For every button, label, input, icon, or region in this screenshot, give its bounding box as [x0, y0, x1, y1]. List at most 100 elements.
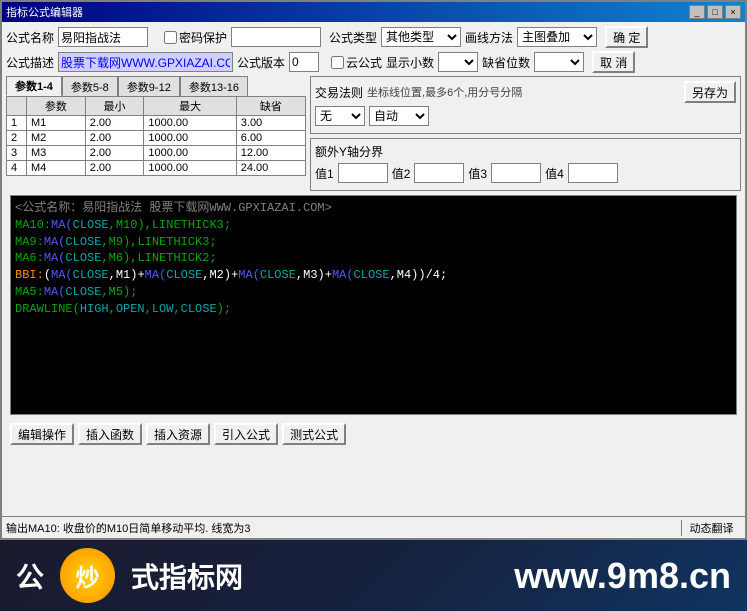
- status-bar: 输出MA10: 收盘价的M10日简单移动平均. 线宽为3 动态翻译: [2, 516, 745, 538]
- tab-param-13-16[interactable]: 参数13-16: [180, 76, 248, 96]
- watermark-logo-text: 炒: [76, 558, 100, 593]
- insert-resource-button[interactable]: 插入资源: [146, 423, 210, 445]
- left-section: 参数1-4 参数5-8 参数9-12 参数13-16 参数 最小 最大 缺省: [6, 76, 306, 191]
- y-val3-input[interactable]: [491, 163, 541, 183]
- code-line: DRAWLINE(HIGH,OPEN,LOW,CLOSE);: [15, 301, 732, 318]
- formula-version-input[interactable]: [289, 52, 319, 72]
- minimize-button[interactable]: _: [689, 5, 705, 19]
- confirm-button[interactable]: 确 定: [605, 26, 648, 48]
- confirm-cancel-group: 确 定: [605, 26, 648, 48]
- trade-rule-subtitle: 坐标线位置,最多6个,用分号分隔: [367, 84, 522, 100]
- cloud-formula-group: 云公式: [331, 54, 382, 71]
- row-min: 2.00: [85, 116, 144, 131]
- row-param: M2: [27, 131, 86, 146]
- cloud-formula-checkbox[interactable]: [331, 56, 344, 69]
- watermark: 公 炒 式指标网 www.9m8.cn: [0, 540, 747, 611]
- tab-param-1-4[interactable]: 参数1-4: [6, 76, 62, 96]
- param-col-min: 最小: [85, 97, 144, 116]
- y-val4-input[interactable]: [568, 163, 618, 183]
- default-digits-select[interactable]: [534, 52, 584, 72]
- formula-desc-label: 公式描述: [6, 54, 54, 71]
- code-line: MA9:MA(CLOSE,M9),LINETHICK3;: [15, 234, 732, 251]
- code-area[interactable]: <公式名称：易阳指战法 股票下载网WWW.GPXIAZAI.COM>MA10:M…: [10, 195, 737, 415]
- param-col-max: 最大: [144, 97, 236, 116]
- y-val2-input[interactable]: [414, 163, 464, 183]
- watermark-right-text: www.9m8.cn: [514, 555, 731, 597]
- code-line: MA10:MA(CLOSE,M10),LINETHICK3;: [15, 217, 732, 234]
- row-index: 2: [7, 131, 27, 146]
- trade-rule-label: 交易法则: [315, 84, 363, 101]
- formula-version-label: 公式版本: [237, 54, 285, 71]
- row-index: 1: [7, 116, 27, 131]
- dynamic-translate: 动态翻译: [681, 520, 741, 536]
- draw-method-select[interactable]: 主图叠加: [517, 27, 597, 47]
- y-val1-input[interactable]: [338, 163, 388, 183]
- row-default: 3.00: [236, 116, 305, 131]
- formula-type-select[interactable]: 其他类型: [381, 27, 461, 47]
- tab-param-5-8[interactable]: 参数5-8: [62, 76, 118, 96]
- tab-param-9-12[interactable]: 参数9-12: [118, 76, 180, 96]
- maximize-button[interactable]: □: [707, 5, 723, 19]
- insert-func-button[interactable]: 插入函数: [78, 423, 142, 445]
- password-checkbox[interactable]: [164, 31, 177, 44]
- status-text: 输出MA10: 收盘价的M10日简单移动平均. 线宽为3: [6, 520, 681, 536]
- table-row: 3 M3 2.00 1000.00 12.00: [7, 146, 306, 161]
- row-formula-name: 公式名称 密码保护 公式类型 其他类型 画线方法 主图叠加 确 定: [6, 26, 741, 48]
- code-line: BBI:(MA(CLOSE,M1)+MA(CLOSE,M2)+MA(CLOSE,…: [15, 267, 732, 284]
- trade-rule-row: 交易法则 坐标线位置,最多6个,用分号分隔 另存为: [315, 81, 736, 103]
- row-index: 3: [7, 146, 27, 161]
- table-row: 1 M1 2.00 1000.00 3.00: [7, 116, 306, 131]
- param-col-name: 参数: [27, 97, 86, 116]
- show-decimal-select[interactable]: [438, 52, 478, 72]
- y-val3-label: 值3: [468, 165, 487, 182]
- row-max: 1000.00: [144, 116, 236, 131]
- row-default: 6.00: [236, 131, 305, 146]
- row-min: 2.00: [85, 131, 144, 146]
- main-content: 公式名称 密码保护 公式类型 其他类型 画线方法 主图叠加 确 定 公式描述: [2, 22, 745, 453]
- param-tabs: 参数1-4 参数5-8 参数9-12 参数13-16: [6, 76, 306, 96]
- test-formula-button[interactable]: 测式公式: [282, 423, 346, 445]
- y-boundary-box: 额外Y轴分界 值1 值2 值3 值4: [310, 138, 741, 191]
- formula-type-label: 公式类型: [329, 29, 377, 46]
- row-param: M1: [27, 116, 86, 131]
- watermark-prefix: 公: [16, 556, 44, 596]
- save-as-button[interactable]: 另存为: [684, 81, 736, 103]
- code-line: MA5:MA(CLOSE,M5);: [15, 284, 732, 301]
- title-bar: 指标公式编辑器 _ □ ×: [2, 2, 745, 22]
- param-table: 参数 最小 最大 缺省 1 M1 2.00 1000.00 3.00 2 M2 …: [6, 96, 306, 176]
- code-comment-line: <公式名称：易阳指战法 股票下载网WWW.GPXIAZAI.COM>: [15, 200, 732, 217]
- default-digits-label: 缺省位数: [482, 54, 530, 71]
- row-param: M4: [27, 161, 86, 176]
- row-formula-desc: 公式描述 公式版本 云公式 显示小数 缺省位数 取 消: [6, 51, 741, 73]
- cloud-formula-label: 云公式: [346, 54, 382, 71]
- formula-name-input[interactable]: [58, 27, 148, 47]
- password-checkbox-group: 密码保护: [164, 29, 227, 46]
- table-row: 4 M4 2.00 1000.00 24.00: [7, 161, 306, 176]
- trade-rule-select2[interactable]: 自动: [369, 106, 429, 126]
- row-param: M3: [27, 146, 86, 161]
- y-val1-label: 值1: [315, 165, 334, 182]
- code-line: MA6:MA(CLOSE,M6),LINETHICK2;: [15, 250, 732, 267]
- right-panel: 交易法则 坐标线位置,最多6个,用分号分隔 另存为 无 自动: [310, 76, 741, 191]
- table-row: 2 M2 2.00 1000.00 6.00: [7, 131, 306, 146]
- edit-ops-button[interactable]: 编辑操作: [10, 423, 74, 445]
- cancel-button[interactable]: 取 消: [592, 51, 635, 73]
- row-min: 2.00: [85, 146, 144, 161]
- row-index: 4: [7, 161, 27, 176]
- draw-method-label: 画线方法: [465, 29, 513, 46]
- formula-desc-input[interactable]: [58, 52, 233, 72]
- row-min: 2.00: [85, 161, 144, 176]
- y-val4-label: 值4: [545, 165, 564, 182]
- bottom-toolbar: 编辑操作 插入函数 插入资源 引入公式 测式公式: [6, 419, 741, 449]
- window-title: 指标公式编辑器: [6, 4, 83, 20]
- row-max: 1000.00: [144, 146, 236, 161]
- password-input[interactable]: [231, 27, 321, 47]
- row-max: 1000.00: [144, 131, 236, 146]
- formula-name-label: 公式名称: [6, 29, 54, 46]
- trade-rule-options: 无 自动: [315, 106, 736, 126]
- close-button[interactable]: ×: [725, 5, 741, 19]
- trade-rule-select1[interactable]: 无: [315, 106, 365, 126]
- password-label: 密码保护: [179, 29, 227, 46]
- import-formula-button[interactable]: 引入公式: [214, 423, 278, 445]
- row-max: 1000.00: [144, 161, 236, 176]
